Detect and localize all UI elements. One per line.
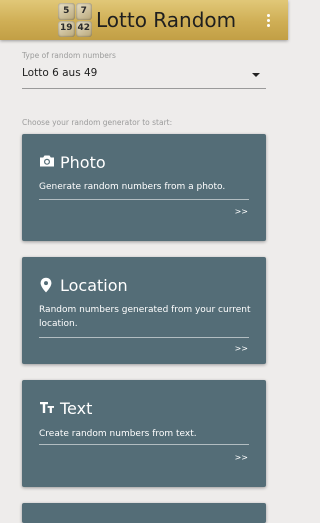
dropdown-arrow-icon: [252, 73, 260, 77]
card-divider: [39, 199, 249, 200]
location-pin-icon: [40, 277, 52, 293]
logo-die: 42: [75, 20, 92, 37]
card-divider: [39, 337, 249, 338]
app-title: Lotto Random: [96, 8, 237, 32]
menu-dot: [266, 23, 270, 27]
card-divider: [39, 444, 249, 445]
logo-die: 5: [58, 3, 75, 20]
app-bar: 5 7 19 42 Lotto Random: [0, 0, 288, 40]
type-selector-value: Lotto 6 aus 49: [22, 67, 98, 79]
logo-die: 19: [58, 20, 75, 37]
text-generator-card[interactable]: Text Create random numbers from text. >>: [22, 380, 266, 487]
card-description: Create random numbers from text.: [39, 429, 197, 439]
type-selector-dropdown[interactable]: Lotto 6 aus 49: [22, 64, 266, 89]
card-arrow: >>: [234, 344, 248, 353]
card-arrow: >>: [234, 453, 248, 462]
card-title: Location: [60, 276, 128, 295]
type-selector-label: Type of random numbers: [22, 51, 116, 60]
next-generator-card[interactable]: [22, 503, 266, 523]
card-description: Generate random numbers from a photo.: [39, 182, 226, 192]
logo-die: 7: [75, 3, 92, 20]
camera-icon: [40, 155, 54, 167]
card-title: Text: [60, 399, 93, 418]
app-logo: 5 7 19 42: [58, 3, 92, 37]
card-title: Photo: [60, 153, 106, 172]
menu-dot: [266, 13, 270, 17]
location-generator-card[interactable]: Location Random numbers generated from y…: [22, 257, 266, 364]
card-description: Random numbers generated from your curre…: [39, 305, 251, 329]
generator-prompt: Choose your random generator to start:: [22, 118, 173, 127]
photo-generator-card[interactable]: Photo Generate random numbers from a pho…: [22, 134, 266, 241]
menu-dot: [266, 18, 270, 22]
text-format-icon: [40, 402, 54, 413]
card-arrow: >>: [234, 207, 248, 216]
overflow-menu-icon[interactable]: [262, 10, 274, 30]
